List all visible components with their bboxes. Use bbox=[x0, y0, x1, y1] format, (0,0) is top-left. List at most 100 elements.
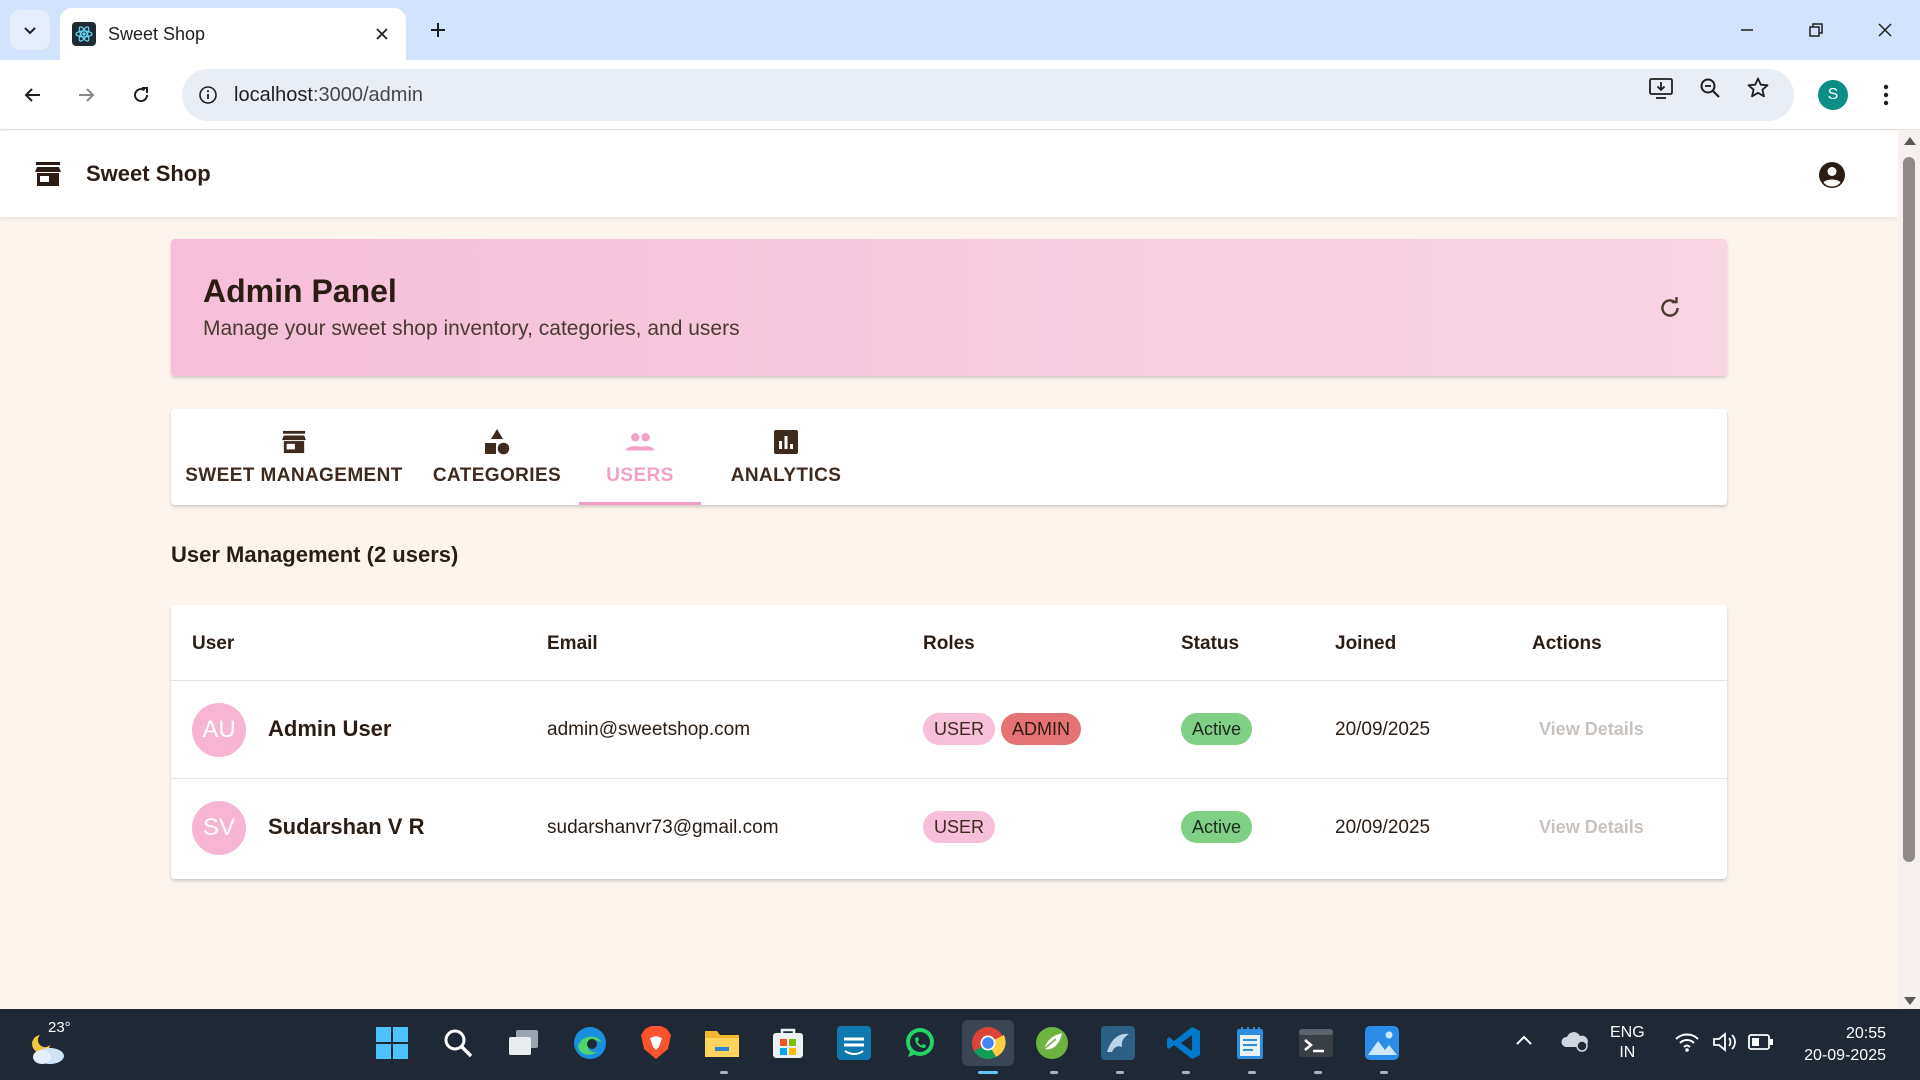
user-email: sudarshanvr73@gmail.com bbox=[547, 817, 779, 838]
status-cell: Active bbox=[1181, 713, 1253, 745]
url-text: localhost:3000/admin bbox=[234, 84, 423, 107]
spring-tools-icon[interactable] bbox=[1032, 1023, 1072, 1063]
edge-browser-icon[interactable] bbox=[570, 1023, 610, 1063]
wifi-icon[interactable] bbox=[1674, 1031, 1700, 1058]
refresh-icon bbox=[1661, 297, 1679, 317]
tab-sweet-management[interactable]: SWEET MANAGEMENT bbox=[171, 409, 417, 505]
view-details-button[interactable]: View Details bbox=[1539, 719, 1644, 740]
weather-widget[interactable]: 23° bbox=[26, 1019, 76, 1067]
close-icon bbox=[1878, 23, 1892, 37]
avatar: AU bbox=[192, 703, 246, 757]
task-view-icon[interactable] bbox=[504, 1023, 544, 1063]
role-chip-user: USER bbox=[923, 713, 996, 745]
language-code: ENG bbox=[1610, 1024, 1645, 1041]
windows-start-icon[interactable] bbox=[372, 1023, 412, 1063]
notepad-icon[interactable] bbox=[1230, 1023, 1270, 1063]
page-scrollbar[interactable] bbox=[1898, 131, 1920, 1009]
page-subtitle: Manage your sweet shop inventory, catego… bbox=[203, 317, 740, 340]
role-chip-user: USER bbox=[923, 811, 996, 843]
running-indicator bbox=[1116, 1071, 1124, 1074]
close-tab-icon[interactable] bbox=[370, 22, 394, 46]
search-icon[interactable] bbox=[438, 1023, 478, 1063]
scroll-down-arrow-icon[interactable] bbox=[1904, 997, 1916, 1005]
profile-avatar-button[interactable]: S bbox=[1818, 80, 1848, 110]
users-table: User Email Roles Status Joined Actions A… bbox=[171, 605, 1727, 879]
user-name: Admin User bbox=[268, 716, 392, 741]
table-row: SV Sudarshan V R sudarshanvr73@gmail.com… bbox=[171, 779, 1727, 877]
zoom-icon[interactable] bbox=[1696, 74, 1724, 102]
new-tab-button[interactable] bbox=[422, 14, 454, 46]
status-badge: Active bbox=[1181, 811, 1253, 843]
system-clock[interactable]: 20:55 20-09-2025 bbox=[1796, 1023, 1886, 1067]
vscode-icon[interactable] bbox=[1164, 1023, 1204, 1063]
arrow-left-icon bbox=[24, 88, 40, 102]
volume-icon[interactable] bbox=[1712, 1031, 1738, 1058]
show-hidden-icons-chevron-icon[interactable] bbox=[1514, 1033, 1534, 1052]
tab-search-button[interactable] bbox=[10, 10, 50, 50]
url-path: :3000/admin bbox=[312, 83, 424, 106]
running-indicator bbox=[1050, 1071, 1058, 1074]
photos-icon[interactable] bbox=[1362, 1023, 1402, 1063]
status-badge: Active bbox=[1181, 713, 1253, 745]
site-info-icon[interactable] bbox=[196, 83, 220, 107]
install-app-icon[interactable] bbox=[1647, 74, 1675, 102]
bookmark-star-icon[interactable] bbox=[1744, 74, 1772, 102]
restore-window-button[interactable] bbox=[1791, 10, 1841, 50]
column-header-email: Email bbox=[547, 633, 598, 654]
tab-label: USERS bbox=[606, 465, 674, 486]
minimize-window-button[interactable] bbox=[1722, 10, 1772, 50]
tab-label: CATEGORIES bbox=[432, 465, 562, 486]
input-language-indicator[interactable]: ENG IN bbox=[1610, 1023, 1645, 1063]
joined-date: 20/09/2025 bbox=[1335, 817, 1431, 838]
brave-browser-icon[interactable] bbox=[636, 1023, 676, 1063]
tab-label: SWEET MANAGEMENT bbox=[185, 465, 403, 486]
mysql-workbench-icon[interactable] bbox=[1098, 1023, 1138, 1063]
app-brand[interactable]: Sweet Shop bbox=[86, 161, 211, 187]
battery-icon[interactable] bbox=[1748, 1033, 1774, 1056]
url-host: localhost bbox=[234, 83, 313, 106]
tab-analytics[interactable]: ANALYTICS bbox=[701, 409, 871, 505]
page-title: Admin Panel bbox=[203, 273, 397, 309]
account-circle-icon[interactable] bbox=[1818, 161, 1846, 189]
running-indicator bbox=[1314, 1071, 1322, 1074]
column-header-user: User bbox=[192, 633, 235, 654]
whatsapp-icon[interactable] bbox=[900, 1023, 940, 1063]
browser-menu-icon[interactable] bbox=[1872, 80, 1900, 110]
scrollbar-thumb[interactable] bbox=[1903, 157, 1915, 862]
table-header-row: User Email Roles Status Joined Actions bbox=[171, 605, 1727, 681]
prime-video-icon[interactable] bbox=[834, 1023, 874, 1063]
status-cell: Active bbox=[1181, 811, 1253, 843]
back-button[interactable] bbox=[13, 75, 53, 115]
windows-taskbar: 23° ENG IN 20:55 20-09-2025 bbox=[0, 1009, 1920, 1080]
address-bar[interactable]: localhost:3000/admin bbox=[182, 69, 1794, 121]
scroll-up-arrow-icon[interactable] bbox=[1904, 137, 1916, 145]
roles-cell: USER ADMIN bbox=[923, 713, 1082, 745]
forward-button[interactable] bbox=[66, 75, 106, 115]
column-header-status: Status bbox=[1181, 633, 1240, 654]
close-window-button[interactable] bbox=[1860, 10, 1910, 50]
tab-categories[interactable]: CATEGORIES bbox=[417, 409, 577, 505]
user-name: Sudarshan V R bbox=[268, 814, 425, 839]
onedrive-sync-icon[interactable] bbox=[1560, 1029, 1590, 1058]
active-tab-indicator bbox=[579, 502, 701, 505]
avatar: SV bbox=[192, 801, 246, 855]
store-icon[interactable] bbox=[34, 161, 62, 187]
tab-users[interactable]: USERS bbox=[579, 409, 701, 505]
reload-button[interactable] bbox=[121, 75, 161, 115]
column-header-joined: Joined bbox=[1335, 633, 1397, 654]
active-app-indicator bbox=[978, 1071, 998, 1074]
refresh-button[interactable] bbox=[1655, 293, 1685, 323]
browser-toolbar: localhost:3000/admin S bbox=[0, 60, 1920, 130]
file-explorer-icon[interactable] bbox=[702, 1023, 742, 1063]
terminal-icon[interactable] bbox=[1296, 1023, 1336, 1063]
joined-date: 20/09/2025 bbox=[1335, 719, 1431, 740]
view-details-button[interactable]: View Details bbox=[1539, 817, 1644, 838]
category-shapes-icon bbox=[482, 427, 512, 457]
browser-tab-active[interactable]: Sweet Shop bbox=[60, 8, 406, 60]
column-header-roles: Roles bbox=[923, 633, 975, 654]
chrome-browser-icon[interactable] bbox=[962, 1020, 1014, 1066]
plus-icon bbox=[431, 23, 445, 37]
role-chip-admin: ADMIN bbox=[1001, 713, 1082, 745]
arrow-right-icon bbox=[79, 88, 95, 102]
microsoft-store-icon[interactable] bbox=[768, 1023, 808, 1063]
